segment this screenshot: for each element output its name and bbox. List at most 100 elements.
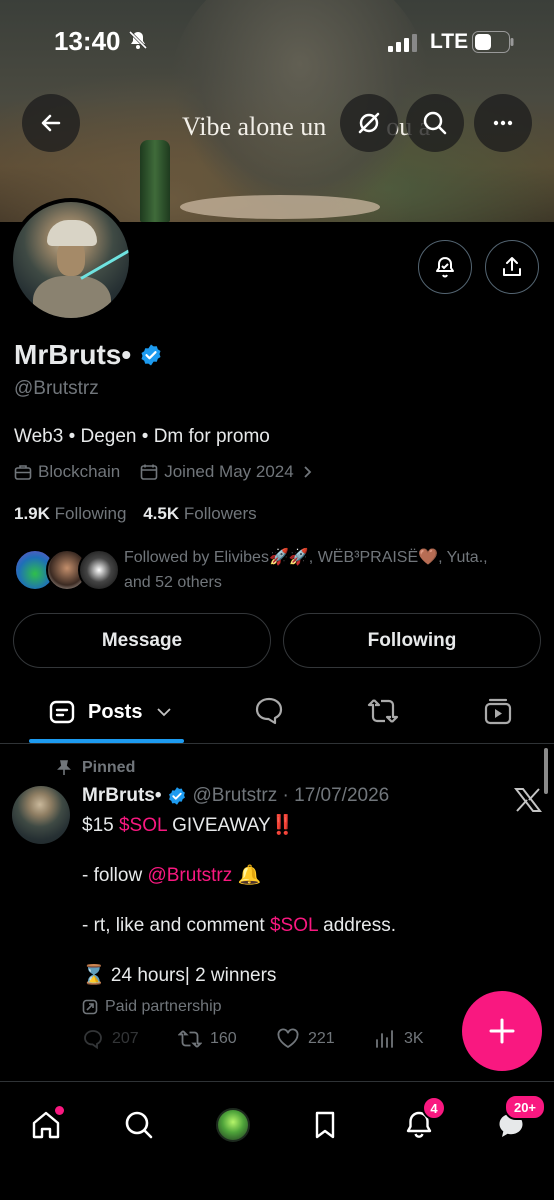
bell-add-icon — [436, 257, 454, 278]
followed-by-line2: and 52 others — [124, 574, 222, 591]
x-logo-icon — [514, 788, 542, 812]
post-line-2-prefix: - follow — [82, 865, 148, 886]
profile-name: MrBruts• — [14, 339, 132, 370]
avatar-cap — [47, 220, 97, 246]
status-bar: 13:40 LTE — [0, 0, 554, 80]
double-exclamation: ‼️ — [270, 815, 295, 836]
verified-icon[interactable] — [139, 343, 163, 367]
avatar-image — [13, 202, 129, 318]
mention-link[interactable]: @Brutstrz — [147, 865, 232, 886]
post-line-3-prefix: - rt, like and comment — [82, 915, 270, 936]
tabs-divider — [0, 743, 554, 744]
followers-link[interactable]: 4.5K Followers — [143, 504, 256, 523]
messages-badge: 20+ — [504, 1094, 546, 1120]
post-header: MrBruts• @Brutstrz · 17/07/2026 — [82, 785, 389, 807]
profile-handle: @Brutstrz — [14, 378, 99, 399]
tab-posts-label: Posts — [88, 700, 143, 723]
post-author[interactable]: MrBruts• — [82, 785, 162, 807]
profile-avatar[interactable] — [9, 198, 133, 322]
post-avatar[interactable] — [12, 786, 70, 844]
media-icon[interactable] — [483, 696, 513, 726]
paid-label: Paid partnership — [105, 998, 222, 1015]
scrollbar[interactable] — [544, 748, 548, 794]
bell-emoji: 🔔 — [232, 865, 262, 886]
paid-partnership[interactable]: Paid partnership — [82, 998, 222, 1016]
paid-icon — [82, 999, 98, 1015]
profile-joined[interactable]: Joined May 2024 — [164, 462, 293, 482]
avatar-streak — [80, 247, 129, 280]
nav-messages[interactable]: 20+ — [486, 1094, 546, 1150]
banner-text-start: Vibe alone un — [182, 112, 327, 141]
plus-icon — [489, 1018, 515, 1044]
post-line-2: - follow @Brutstrz 🔔 — [82, 863, 522, 888]
search-button[interactable] — [406, 94, 464, 152]
post-line-3-suffix: address. — [317, 915, 396, 936]
notify-button[interactable] — [418, 240, 472, 294]
nav-search[interactable] — [114, 1100, 164, 1150]
nav-notifications[interactable]: 4 — [394, 1096, 446, 1150]
pinned-text: Pinned — [82, 759, 136, 776]
follower-avatar — [78, 549, 120, 591]
pin-icon — [57, 760, 71, 775]
nav-home[interactable] — [21, 1100, 71, 1150]
repost-action[interactable]: 160 — [178, 1028, 237, 1050]
repost-count: 160 — [210, 1030, 237, 1047]
like-count: 221 — [308, 1030, 335, 1047]
bookmark-icon — [315, 1111, 335, 1139]
post-line-1-prefix: $15 — [82, 815, 119, 836]
search-icon — [423, 111, 447, 135]
repost-icon[interactable] — [366, 696, 400, 726]
avatar-body — [33, 276, 111, 318]
post-handle-date: @Brutstrz · 17/07/2026 — [192, 785, 390, 806]
repost-icon — [178, 1030, 202, 1048]
nav-bookmarks[interactable] — [300, 1100, 350, 1150]
following-count: 1.9K — [14, 504, 50, 523]
pinned-label: Pinned — [56, 759, 135, 777]
nav-grok[interactable] — [208, 1100, 258, 1150]
banner-bottle — [140, 140, 170, 222]
message-button[interactable]: Message — [13, 613, 271, 668]
profile-name-row: MrBruts• — [14, 339, 163, 371]
back-button[interactable] — [22, 94, 80, 152]
following-link[interactable]: 1.9K Following — [14, 504, 126, 523]
post-text[interactable]: $15 $SOL GIVEAWAY‼️ - follow @Brutstrz 🔔… — [82, 813, 522, 988]
hide-button[interactable] — [340, 94, 398, 152]
compose-button[interactable] — [462, 991, 542, 1071]
notifications-badge: 4 — [422, 1096, 446, 1120]
network-type: LTE — [430, 30, 469, 53]
views-action[interactable]: 3K — [374, 1028, 424, 1050]
followers-count: 4.5K — [143, 504, 180, 523]
reply-icon — [84, 1030, 102, 1050]
profile-bio: Web3 • Degen • Dm for promo — [14, 426, 270, 447]
chevron-down-icon[interactable] — [156, 704, 172, 720]
back-arrow-icon — [41, 114, 61, 132]
banner-plate — [180, 195, 380, 219]
more-button[interactable] — [474, 94, 532, 152]
tab-posts[interactable]: Posts — [48, 698, 172, 726]
reply-action[interactable]: 207 — [82, 1028, 139, 1050]
followed-by-text[interactable]: Followed by Elivibes🚀🚀, WËB³PRAISË🤎, Yut… — [124, 545, 534, 595]
battery-icon — [472, 31, 514, 53]
reply-count: 207 — [112, 1030, 139, 1047]
views-count: 3K — [404, 1030, 424, 1047]
cashtag-link[interactable]: $SOL — [270, 915, 318, 936]
following-button[interactable]: Following — [283, 613, 541, 668]
search-icon — [125, 1111, 153, 1139]
cashtag-link[interactable]: $SOL — [119, 815, 167, 836]
briefcase-icon — [14, 465, 32, 480]
like-action[interactable]: 221 — [276, 1028, 335, 1050]
profile-tabs: Posts — [0, 685, 554, 743]
share-profile-button[interactable] — [485, 240, 539, 294]
share-icon — [503, 257, 521, 276]
grok-icon — [216, 1108, 250, 1142]
home-unread-dot — [55, 1106, 64, 1115]
chevron-right-icon[interactable] — [300, 465, 314, 479]
profile-category[interactable]: Blockchain — [38, 462, 120, 482]
views-icon — [376, 1030, 393, 1048]
followed-by-line1: Followed by Elivibes🚀🚀, WËB³PRAISË🤎, Yut… — [124, 549, 488, 566]
bell-off-icon — [128, 30, 148, 50]
profile-counts: 1.9K Following 4.5K Followers — [14, 504, 257, 524]
profile-meta: Blockchain Joined May 2024 — [14, 462, 314, 482]
replies-icon[interactable] — [253, 695, 285, 727]
post-line-1: $15 $SOL GIVEAWAY‼️ — [82, 813, 522, 838]
